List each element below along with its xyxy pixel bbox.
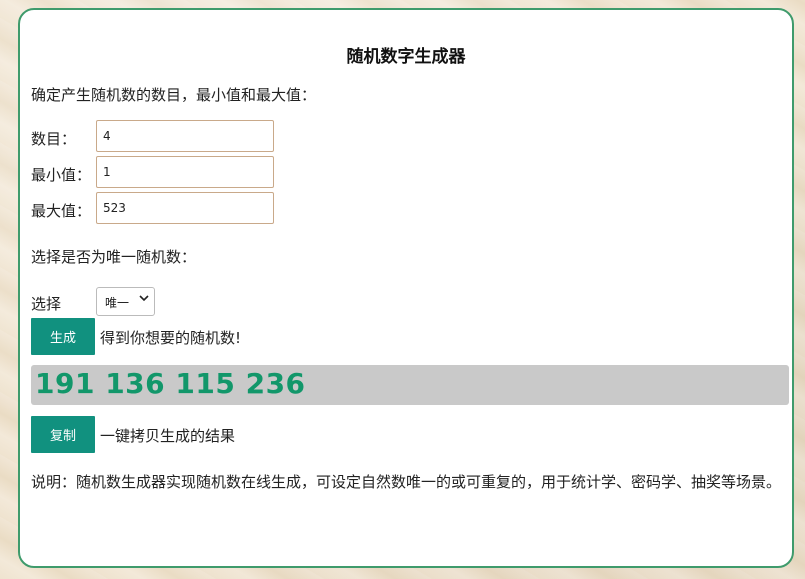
copy-button[interactable]: 复制 <box>31 416 95 453</box>
generate-button[interactable]: 生成 <box>31 318 95 355</box>
chevron-down-icon <box>139 293 149 306</box>
generate-hint: 得到你想要的随机数! <box>100 329 242 347</box>
intro-text: 确定产生随机数的数目，最小值和最大值： <box>31 86 317 104</box>
max-input[interactable] <box>96 192 274 224</box>
count-label: 数目： <box>31 130 77 148</box>
min-label: 最小值： <box>31 166 92 184</box>
count-input[interactable] <box>96 120 274 152</box>
unique-prompt: 选择是否为唯一随机数： <box>31 248 197 266</box>
result-numbers: 191 136 115 236 <box>35 367 306 400</box>
page-title: 随机数字生成器 <box>346 47 466 67</box>
unique-select-value: 唯一 <box>105 296 130 310</box>
unique-select-label: 选择 <box>31 295 62 313</box>
unique-select[interactable]: 唯一 <box>96 287 155 316</box>
generator-card: 随机数字生成器 确定产生随机数的数目，最小值和最大值： 数目： 最小值： 最大值… <box>18 8 794 568</box>
max-label: 最大值： <box>31 202 92 220</box>
min-input[interactable] <box>96 156 274 188</box>
description-text: 说明：随机数生成器实现随机数在线生成，可设定自然数唯一的或可重复的，用于统计学、… <box>31 473 782 491</box>
copy-hint: 一键拷贝生成的结果 <box>100 427 236 445</box>
result-box: 191 136 115 236 <box>31 365 789 405</box>
